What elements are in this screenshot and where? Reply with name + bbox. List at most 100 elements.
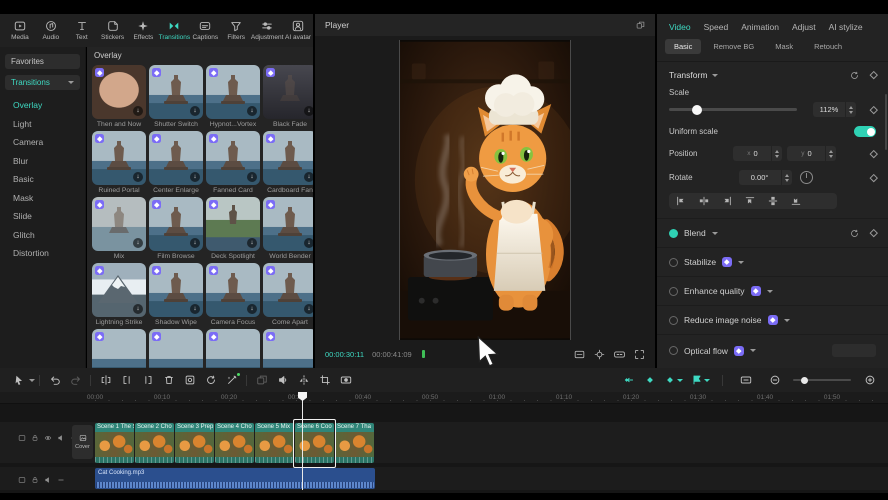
category-dropdown[interactable]: Transitions bbox=[5, 75, 80, 90]
tab-effects[interactable]: Effects bbox=[129, 20, 159, 41]
trim-left-button[interactable] bbox=[116, 371, 137, 389]
keyframe-prev-button[interactable] bbox=[624, 374, 636, 386]
transition-thumbnail[interactable] bbox=[263, 329, 313, 368]
transition-card[interactable]: ↓ Shutter Switch bbox=[149, 65, 203, 128]
timeline-zoom-slider[interactable] bbox=[793, 379, 851, 381]
speaker-icon[interactable] bbox=[57, 434, 65, 442]
eye-icon[interactable] bbox=[44, 434, 52, 442]
tab-audio[interactable]: Audio bbox=[36, 20, 66, 41]
loop-button[interactable] bbox=[200, 371, 221, 389]
download-icon[interactable]: ↓ bbox=[190, 172, 200, 182]
transition-thumbnail[interactable]: ↓ bbox=[206, 131, 260, 185]
transition-card[interactable]: ↓ Come Apart bbox=[263, 263, 313, 326]
reset-icon[interactable] bbox=[850, 71, 859, 80]
transition-thumbnail[interactable] bbox=[206, 329, 260, 368]
rotate-dial[interactable] bbox=[800, 171, 813, 184]
transition-card[interactable]: ↓ Black Fade bbox=[263, 65, 313, 128]
tab-adjustment[interactable]: Adjustment bbox=[252, 20, 282, 41]
download-icon[interactable]: ↓ bbox=[133, 304, 143, 314]
sidebar-item-mask[interactable]: Mask bbox=[5, 189, 80, 208]
zoom-slider-knob[interactable] bbox=[801, 377, 808, 384]
transition-card[interactable]: ↓ Deck Spotlight bbox=[206, 197, 260, 260]
transform-section-header[interactable]: Transform bbox=[657, 62, 888, 80]
tab-transitions[interactable]: Transitions bbox=[159, 20, 189, 41]
sidebar-item-basic[interactable]: Basic bbox=[5, 170, 80, 189]
optical-flow-option-pill[interactable] bbox=[832, 344, 876, 357]
uniform-scale-toggle[interactable] bbox=[854, 126, 876, 137]
subtab-mask[interactable]: Mask bbox=[766, 39, 802, 54]
split-button[interactable] bbox=[95, 371, 116, 389]
player-menu-icon[interactable] bbox=[636, 21, 645, 30]
video-clip[interactable]: Scene 5 Mix bbox=[255, 423, 294, 463]
transition-thumbnail[interactable]: ↓ bbox=[92, 263, 146, 317]
trim-right-button[interactable] bbox=[137, 371, 158, 389]
keyframe-icon[interactable] bbox=[869, 106, 877, 114]
freeze-frame-button[interactable] bbox=[179, 371, 200, 389]
sidebar-item-glitch[interactable]: Glitch bbox=[5, 226, 80, 245]
transition-card[interactable] bbox=[149, 329, 203, 368]
zoom-in-button[interactable] bbox=[859, 371, 880, 389]
tab-speed[interactable]: Speed bbox=[704, 22, 729, 32]
tab-video[interactable]: Video bbox=[669, 22, 691, 32]
select-tool-button[interactable] bbox=[8, 371, 29, 389]
transition-card[interactable]: ↓ Camera Focus bbox=[206, 263, 260, 326]
transition-card[interactable] bbox=[92, 329, 146, 368]
position-x-field[interactable]: x0 bbox=[733, 146, 771, 161]
transition-card[interactable]: ↓ Then and Now bbox=[92, 65, 146, 128]
track-frame-icon[interactable] bbox=[18, 476, 26, 484]
record-button[interactable] bbox=[335, 371, 356, 389]
download-icon[interactable]: ↓ bbox=[247, 304, 257, 314]
position-y-stepper[interactable] bbox=[826, 146, 836, 161]
keyframe-icon[interactable] bbox=[869, 150, 877, 158]
transition-card[interactable] bbox=[206, 329, 260, 368]
tab-adjust[interactable]: Adjust bbox=[792, 22, 816, 32]
keyframe-add-button[interactable] bbox=[644, 374, 656, 386]
audio-clip[interactable]: Cat Cooking.mp3 bbox=[95, 468, 375, 489]
collapse-track-icon[interactable] bbox=[57, 476, 65, 484]
blend-checkbox[interactable] bbox=[669, 229, 678, 238]
transition-card[interactable]: ↓ Cardboard Fan bbox=[263, 131, 313, 194]
video-clip[interactable]: Scene 7 Tha bbox=[335, 423, 374, 463]
transition-thumbnail[interactable]: ↓ bbox=[92, 131, 146, 185]
reset-icon[interactable] bbox=[850, 229, 859, 238]
download-icon[interactable]: ↓ bbox=[304, 172, 313, 182]
tab-media[interactable]: Media bbox=[5, 20, 35, 41]
download-icon[interactable]: ↓ bbox=[247, 238, 257, 248]
undo-button[interactable] bbox=[44, 371, 65, 389]
video-clip[interactable]: Scene 2 Cho bbox=[135, 423, 174, 463]
align-middle-icon[interactable] bbox=[768, 196, 778, 206]
slider-knob[interactable] bbox=[692, 105, 702, 115]
video-clip[interactable]: Scene 4 Cho bbox=[215, 423, 254, 463]
transition-thumbnail[interactable]: ↓ bbox=[149, 263, 203, 317]
subtab-retouch[interactable]: Retouch bbox=[805, 39, 851, 54]
tab-text[interactable]: Text bbox=[67, 20, 97, 41]
stabilize-section[interactable]: Stabilize bbox=[657, 247, 888, 276]
keyframe-next-button[interactable] bbox=[664, 374, 683, 386]
crop-button[interactable] bbox=[314, 371, 335, 389]
subtab-basic[interactable]: Basic bbox=[665, 39, 701, 54]
transition-card[interactable]: ↓ Shadow Wipe bbox=[149, 263, 203, 326]
sidebar-item-camera[interactable]: Camera bbox=[5, 133, 80, 152]
download-icon[interactable]: ↓ bbox=[304, 238, 313, 248]
video-clip[interactable]: Scene 1 The S bbox=[95, 423, 134, 463]
keyframe-icon[interactable] bbox=[869, 229, 877, 237]
delete-button[interactable] bbox=[158, 371, 179, 389]
optical-flow-section[interactable]: Optical flow bbox=[657, 334, 888, 366]
rotate-value-field[interactable]: 0.00° bbox=[739, 170, 781, 185]
align-top-icon[interactable] bbox=[745, 196, 755, 206]
transition-card[interactable]: ↓ Fanned Card bbox=[206, 131, 260, 194]
lock-icon[interactable] bbox=[31, 434, 39, 442]
download-icon[interactable]: ↓ bbox=[247, 172, 257, 182]
lock-icon[interactable] bbox=[31, 476, 39, 484]
enhance-quality-checkbox[interactable] bbox=[669, 287, 678, 296]
scale-slider[interactable] bbox=[669, 108, 797, 111]
smart-tool-button[interactable] bbox=[221, 371, 242, 389]
transition-card[interactable] bbox=[263, 329, 313, 368]
tab-animation[interactable]: Animation bbox=[741, 22, 779, 32]
inspector-scrollbar[interactable] bbox=[885, 94, 887, 150]
sidebar-item-slide[interactable]: Slide bbox=[5, 207, 80, 226]
redo-button[interactable] bbox=[65, 371, 86, 389]
stabilize-checkbox[interactable] bbox=[669, 258, 678, 267]
transition-card[interactable]: ↓ Hypnot...Vortex bbox=[206, 65, 260, 128]
cover-button[interactable]: Cover bbox=[72, 425, 93, 459]
